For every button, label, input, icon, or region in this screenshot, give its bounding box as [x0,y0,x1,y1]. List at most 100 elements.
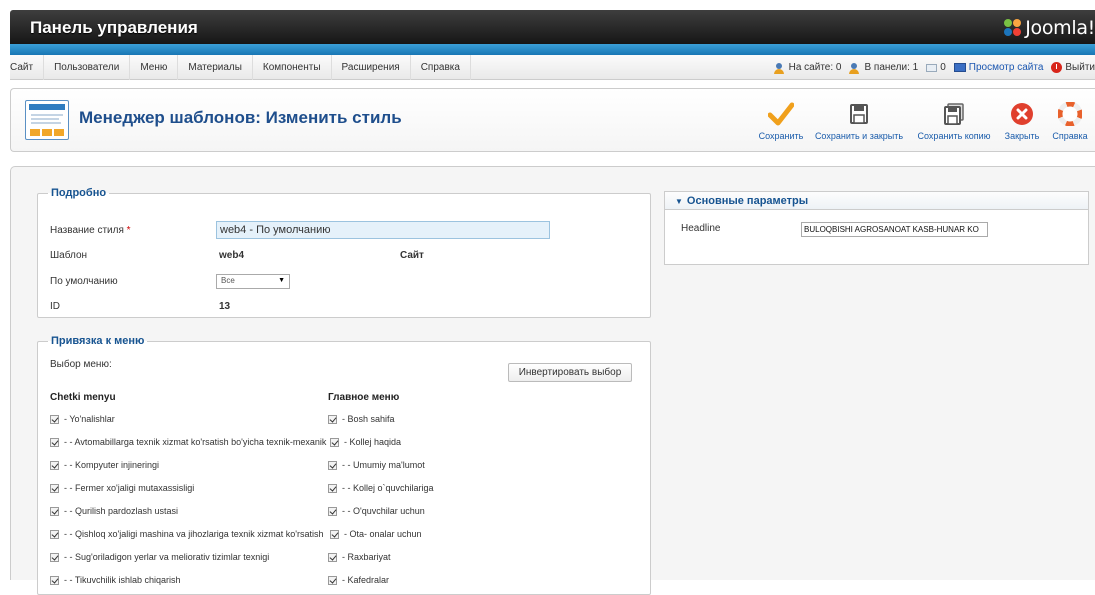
menu-components[interactable]: Компоненты [253,55,332,80]
save-button[interactable]: Сохранить [753,93,809,147]
menu-extensions[interactable]: Расширения [332,55,411,80]
checkbox-icon [50,414,59,424]
save-close-button[interactable]: Сохранить и закрыть [809,93,909,147]
toolbar: Сохранить Сохранить и закрыть Сохранить … [753,93,1095,147]
logout-link[interactable]: Выйти [1051,62,1095,73]
menu-item-checkbox[interactable]: - Yo'nalishlar [50,414,115,424]
admin-title: Панель управления [30,18,198,37]
menu-users[interactable]: Пользователи [44,55,131,80]
menu-item-checkbox[interactable]: - Kollej haqida [328,437,402,447]
details-panel: Подробно Название стиля * Шаблон web4 Са… [37,187,651,318]
content-area: Подробно Название стиля * Шаблон web4 Са… [10,166,1095,595]
menu-item-checkbox[interactable]: - - Qishloq xo'jaligi mashina va jihozla… [50,529,324,539]
close-label: Закрыть [1004,131,1040,141]
menu-item-checkbox[interactable]: - - Fermer xo'jaligi mutaxassisligi [50,483,194,493]
status-messages-count: 0 [940,62,946,73]
floppy-copy-icon [939,99,969,129]
basic-params-panel: ▼ Основные параметры Headline [664,191,1089,265]
checkbox-icon [328,460,337,470]
toolbar-box: Менеджер шаблонов: Изменить стиль Сохран… [10,88,1095,152]
menu-item-checkbox[interactable]: - - Qurilish pardozlash ustasi [50,506,178,516]
default-select[interactable]: Все ▼ [216,274,290,289]
save-copy-label: Сохранить копию [917,131,991,141]
menu-item-checkbox[interactable]: - - Avtomabillarga texnik xizmat ko'rsat… [50,437,326,447]
id-label: ID [50,301,60,312]
menu-item-checkbox[interactable]: - Bosh sahifa [328,414,395,424]
status-on-site-text: На сайте: 0 [788,62,842,73]
checkbox-icon [328,483,337,493]
default-select-value: Все [221,276,235,285]
template-value: web4 [219,250,245,261]
save-close-label: Сохранить и закрыть [814,131,904,141]
menu-site[interactable]: Сайт [10,55,45,80]
menu-item-checkbox[interactable]: - - Sug'oriladigon yerlar va meliorativ … [50,552,269,562]
default-label: По умолчанию [50,276,118,287]
menu-help[interactable]: Справка [411,55,471,80]
checkbox-icon [50,506,59,516]
view-site-link[interactable]: Просмотр сайта [953,62,1044,73]
status-in-panel: В панели: 1 [849,62,919,74]
menu-item-checkbox[interactable]: - - Tikuvchilik ishlab chiqarish [50,575,181,585]
page-title: Менеджер шаблонов: Изменить стиль [79,108,402,127]
view-site-text: Просмотр сайта [968,62,1044,73]
client-value: Сайт [400,250,424,261]
basic-params-title: Основные параметры [686,195,809,207]
menu-item-checkbox[interactable]: - Kafedralar [328,575,389,585]
checkbox-icon [50,552,59,562]
logout-text: Выйти [1065,62,1095,73]
menu-assignment-legend: Привязка к меню [51,335,145,347]
checkbox-icon [328,414,337,424]
headline-label: Headline [681,223,721,234]
checkbox-icon [330,437,339,447]
menu-item-checkbox[interactable]: - Raxbariyat [328,552,391,562]
template-manager-icon [25,100,69,140]
header-accent-bar [10,44,1095,55]
menu-column-title: Главное меню [328,392,400,403]
menu-item-checkbox[interactable]: - - Kollej o`quvchilariga [328,483,434,493]
template-label: Шаблон [50,250,88,261]
checkbox-icon [50,437,59,447]
checkbox-icon [330,529,339,539]
dropdown-arrow-icon: ▼ [278,277,285,284]
save-copy-button[interactable]: Сохранить копию [909,93,999,147]
checkbox-icon [328,575,337,585]
menu-assignment-panel: Привязка к меню Выбор меню: Инвертироват… [37,335,651,595]
details-legend: Подробно [51,187,107,199]
admins-icon [849,62,861,74]
menu-select-label: Выбор меню: [50,359,112,370]
status-area: На сайте: 0 В панели: 1 0 Просмотр сайта… [773,55,1095,80]
monitor-icon [953,63,966,72]
checkbox-icon [50,483,59,493]
save-label: Сохранить [758,131,804,141]
menu-item-checkbox[interactable]: - - Umumiy ma'lumot [328,460,425,470]
menu-column-title: Chetki menyu [50,392,116,403]
checkbox-icon [328,506,337,516]
lifebuoy-icon [1055,99,1085,129]
collapse-triangle-icon: ▼ [675,197,683,206]
menu-item-checkbox[interactable]: - - O'quvchilar uchun [328,506,425,516]
power-icon [1051,62,1063,73]
menu-menus[interactable]: Меню [130,55,179,80]
checkbox-icon [50,460,59,470]
menu-content[interactable]: Материалы [178,55,253,80]
status-on-site: На сайте: 0 [773,62,842,74]
joomla-logo: Joomla! [1004,16,1095,40]
id-value: 13 [219,301,231,312]
invert-selection-button[interactable]: Инвертировать выбор [508,363,632,382]
admin-header: Панель управления Joomla! [10,10,1095,44]
headline-input[interactable] [801,222,988,237]
joomla-logo-icon [1004,19,1022,37]
checkbox-icon [50,575,59,585]
menu-item-checkbox[interactable]: - - Kompyuter injineringi [50,460,159,470]
status-in-panel-text: В панели: 1 [864,62,919,73]
close-button[interactable]: Закрыть [999,93,1045,147]
basic-params-header[interactable]: ▼ Основные параметры [665,192,1088,210]
style-name-input[interactable] [216,221,550,239]
help-button[interactable]: Справка [1045,93,1095,147]
joomla-logo-text: Joomla! [1025,17,1095,39]
floppy-icon [844,99,874,129]
status-messages[interactable]: 0 [926,62,946,73]
menu-item-checkbox[interactable]: - Ota- onalar uchun [328,529,422,539]
users-icon [773,62,786,74]
checkmark-icon [766,99,796,129]
